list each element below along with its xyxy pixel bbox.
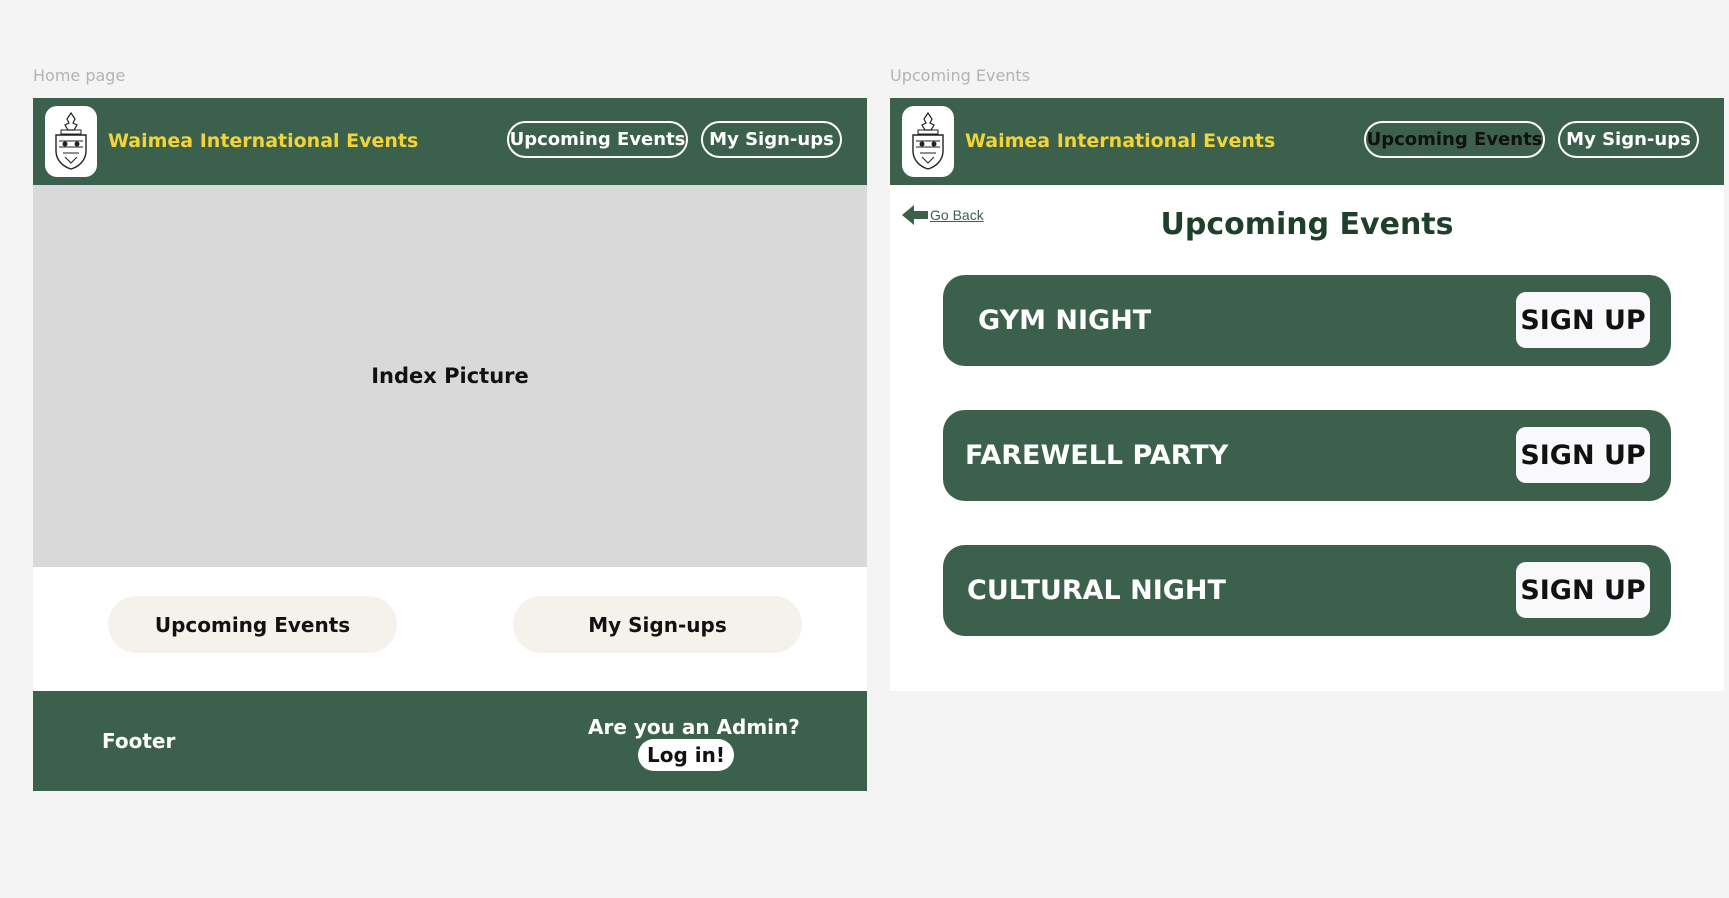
home-page-frame: Waimea International Events Upcoming Eve… [33, 98, 867, 791]
site-title: Waimea International Events [965, 130, 1276, 152]
event-name: GYM NIGHT [978, 305, 1152, 336]
event-name: FAREWELL PARTY [965, 440, 1229, 471]
site-title: Waimea International Events [108, 130, 419, 152]
upcoming-events-button[interactable]: Upcoming Events [108, 596, 397, 653]
index-picture-placeholder: Index Picture [33, 185, 867, 567]
frame-label-events: Upcoming Events [890, 66, 1031, 85]
event-card: CULTURAL NIGHT SIGN UP [943, 545, 1671, 636]
navbar: Waimea International Events Upcoming Eve… [890, 98, 1724, 185]
nav-my-signups-button[interactable]: My Sign-ups [1558, 121, 1699, 158]
admin-question: Are you an Admin? [588, 715, 800, 739]
sign-up-button[interactable]: SIGN UP [1516, 292, 1650, 348]
nav-upcoming-events-button[interactable]: Upcoming Events [507, 121, 688, 158]
sign-up-button[interactable]: SIGN UP [1516, 562, 1650, 618]
nav-my-signups-button[interactable]: My Sign-ups [701, 121, 842, 158]
hero-caption: Index Picture [371, 364, 529, 388]
school-crest-icon[interactable] [45, 106, 97, 177]
footer: Footer Are you an Admin? Log in! [33, 691, 867, 791]
footer-text: Footer [102, 729, 176, 753]
my-signups-button[interactable]: My Sign-ups [513, 596, 802, 653]
event-name: CULTURAL NIGHT [967, 575, 1226, 606]
upcoming-events-frame: Waimea International Events Upcoming Eve… [890, 98, 1724, 691]
school-crest-icon[interactable] [902, 106, 954, 177]
event-card: GYM NIGHT SIGN UP [943, 275, 1671, 366]
login-button[interactable]: Log in! [638, 739, 734, 771]
sign-up-button[interactable]: SIGN UP [1516, 427, 1650, 483]
events-content: Go Back Upcoming Events GYM NIGHT SIGN U… [890, 185, 1724, 691]
page-title: Upcoming Events [1160, 207, 1454, 242]
frame-label-home: Home page [33, 66, 126, 85]
event-card: FAREWELL PARTY SIGN UP [943, 410, 1671, 501]
nav-upcoming-events-button[interactable]: Upcoming Events [1364, 121, 1545, 158]
navbar: Waimea International Events Upcoming Eve… [33, 98, 867, 185]
